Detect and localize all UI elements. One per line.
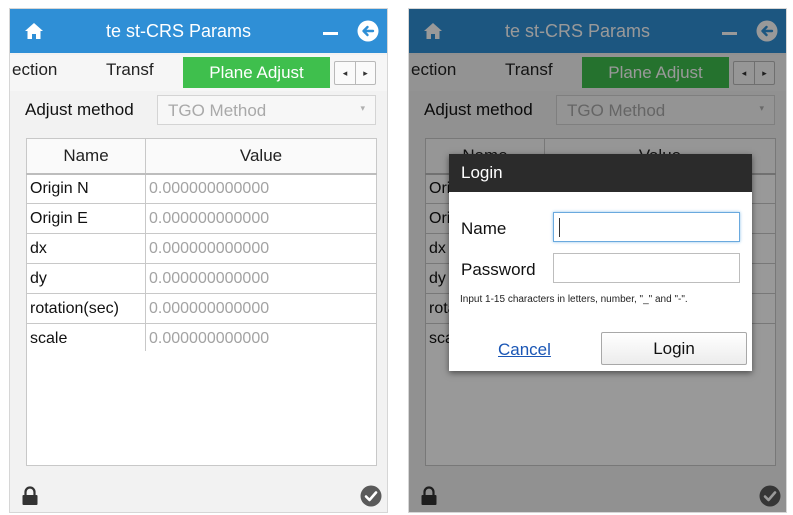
params-screen: te st-CRS Params ection Transf Plane Adj…: [9, 8, 388, 513]
param-value[interactable]: 0.000000000000: [145, 323, 377, 354]
text-cursor: [559, 218, 560, 237]
back-arrow-icon[interactable]: [357, 20, 379, 42]
adjust-method-label: Adjust method: [25, 100, 134, 119]
adjust-method-value: TGO Method: [168, 101, 267, 120]
params-table: Name Value Origin N 0.000000000000 Origi…: [26, 138, 377, 354]
table-row[interactable]: rotation(sec) 0.000000000000: [26, 293, 377, 324]
tab-scroller: ◂ ▸: [334, 61, 376, 85]
param-value[interactable]: 0.000000000000: [145, 233, 377, 264]
tab-plane-adjust[interactable]: Plane Adjust: [183, 57, 330, 88]
footer-bar: [10, 482, 387, 512]
lock-icon[interactable]: [21, 486, 39, 506]
home-icon[interactable]: [24, 22, 44, 40]
checkmark-icon[interactable]: [360, 485, 382, 507]
cancel-link[interactable]: Cancel: [498, 340, 551, 360]
table-empty-area: [26, 351, 377, 466]
tab-next-button[interactable]: ▸: [355, 62, 375, 84]
adjust-method-row: Adjust method TGO Method ▾: [10, 94, 387, 128]
login-dialog-header: Login: [449, 154, 752, 192]
window-title: te st-CRS Params: [106, 21, 252, 41]
column-header-value: Value: [145, 138, 377, 175]
tab-transform[interactable]: Transf: [106, 60, 154, 80]
param-name: scale: [26, 323, 146, 354]
table-row[interactable]: dx 0.000000000000: [26, 233, 377, 264]
name-label: Name: [461, 219, 507, 238]
param-value[interactable]: 0.000000000000: [145, 263, 377, 294]
table-row[interactable]: Origin N 0.000000000000: [26, 173, 377, 204]
tab-bar: ection Transf Plane Adjust ◂ ▸: [10, 55, 387, 91]
param-name: rotation(sec): [26, 293, 146, 324]
table-row[interactable]: dy 0.000000000000: [26, 263, 377, 294]
adjust-method-select[interactable]: TGO Method ▾: [157, 95, 376, 125]
title-bar: te st-CRS Params: [10, 9, 387, 53]
param-name: Origin E: [26, 203, 146, 234]
table-header-row: Name Value: [26, 138, 377, 175]
param-name: Origin N: [26, 173, 146, 204]
table-row[interactable]: scale 0.000000000000: [26, 323, 377, 354]
minimize-icon[interactable]: [323, 32, 338, 35]
column-header-name: Name: [26, 138, 146, 175]
login-dialog-title: Login: [461, 163, 503, 182]
param-value[interactable]: 0.000000000000: [145, 293, 377, 324]
chevron-down-icon: ▾: [360, 103, 365, 113]
tab-projection[interactable]: ection: [12, 60, 57, 80]
param-value[interactable]: 0.000000000000: [145, 173, 377, 204]
login-dialog: Login Name Password Input 1-15 character…: [449, 154, 752, 371]
param-name: dy: [26, 263, 146, 294]
password-label: Password: [461, 260, 536, 279]
password-input[interactable]: [553, 253, 740, 283]
name-input[interactable]: [553, 212, 740, 242]
param-name: dx: [26, 233, 146, 264]
login-button[interactable]: Login: [601, 332, 747, 365]
login-hint: Input 1-15 characters in letters, number…: [460, 294, 688, 305]
table-row[interactable]: Origin E 0.000000000000: [26, 203, 377, 234]
params-screen-with-login: te st-CRS Params ection Transf Plane Adj…: [408, 8, 787, 513]
tab-prev-button[interactable]: ◂: [335, 62, 355, 84]
param-value[interactable]: 0.000000000000: [145, 203, 377, 234]
